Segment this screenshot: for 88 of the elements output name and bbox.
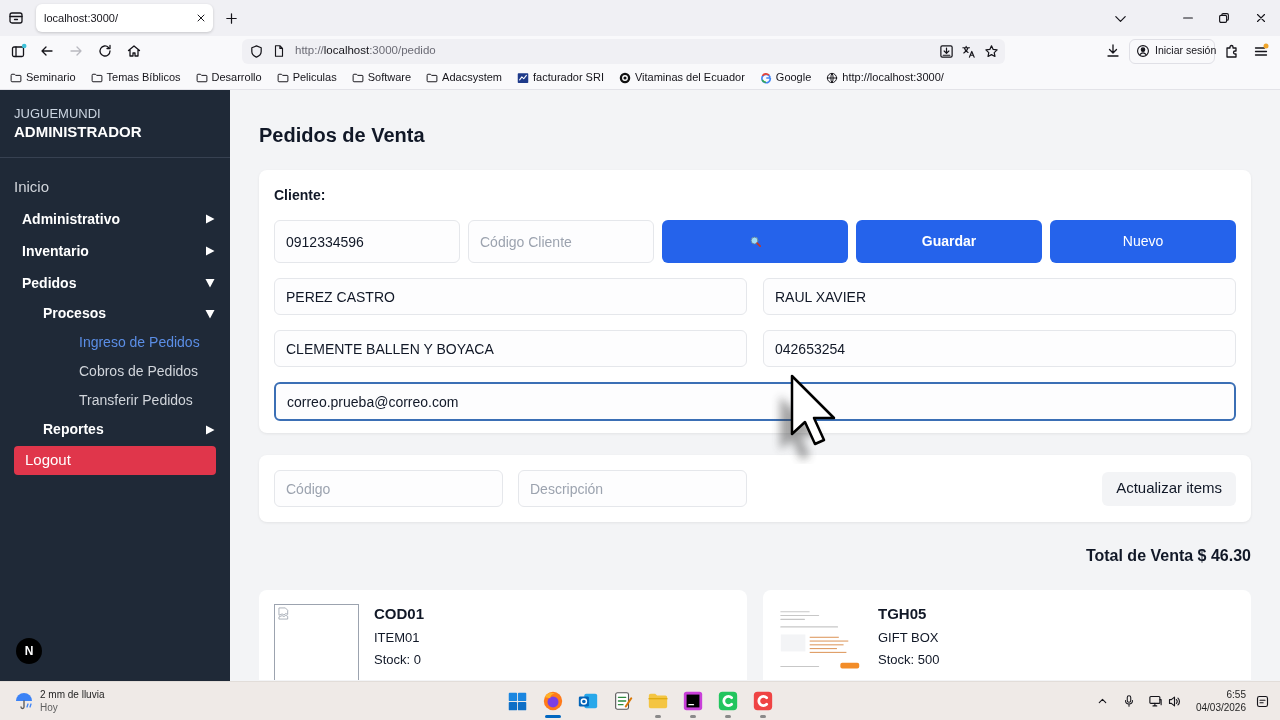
- site-logo-icon[interactable]: [517, 71, 530, 84]
- action-button[interactable]: Nuevo: [1050, 220, 1236, 263]
- folder-icon[interactable]: [195, 71, 208, 84]
- url-text: http://localhost:3000/pedido: [295, 43, 437, 59]
- nav-link[interactable]: Transferir Pedidos: [14, 386, 216, 415]
- brand-name: JUGUEMUNDI: [14, 106, 102, 122]
- logout-button[interactable]: Logout: [14, 446, 216, 475]
- bookmark-link[interactable]: facturador SRI: [533, 69, 604, 86]
- translate-icon[interactable]: [961, 43, 976, 59]
- ide-icon[interactable]: [681, 690, 704, 712]
- input-field[interactable]: RAUL XAVIER: [763, 278, 1236, 315]
- action-button[interactable]: Guardar: [856, 220, 1042, 263]
- input-field[interactable]: Código Cliente: [468, 220, 654, 263]
- close-icon[interactable]: [195, 12, 207, 24]
- folder-icon[interactable]: [10, 71, 22, 84]
- input-field[interactable]: PEREZ CASTRO: [274, 278, 747, 315]
- input-field[interactable]: correo.prueba@correo.com: [274, 382, 1236, 421]
- monitor-icon[interactable]: [1147, 693, 1163, 709]
- bookmark-link[interactable]: Peliculas: [292, 69, 337, 86]
- folder-icon[interactable]: [426, 71, 439, 84]
- plus-icon[interactable]: [224, 10, 239, 26]
- bookmark-link[interactable]: Desarrollo: [211, 69, 262, 86]
- nav-group-item[interactable]: Reportes: [14, 415, 216, 444]
- address-bar[interactable]: http://localhost:3000/pedido: [242, 38, 1005, 64]
- reload-icon[interactable]: [97, 43, 113, 59]
- bookmark-link[interactable]: Google: [775, 69, 812, 86]
- input-field[interactable]: Descripción: [518, 470, 747, 507]
- globe-icon[interactable]: [826, 71, 839, 84]
- folder-icon[interactable]: [351, 71, 364, 84]
- weather-text[interactable]: 2 mm de lluvia: [40, 688, 105, 701]
- nav-group-item[interactable]: Administrativo: [14, 203, 216, 235]
- nav-link[interactable]: Inicio: [14, 171, 216, 203]
- nav-group-item[interactable]: Pedidos: [14, 267, 216, 299]
- input-field[interactable]: Código: [274, 470, 503, 507]
- bookmark-link[interactable]: Seminario: [26, 69, 76, 86]
- bookmark-link[interactable]: Temas Bíblicos: [106, 69, 181, 86]
- close-icon[interactable]: [1254, 11, 1268, 25]
- download-icon[interactable]: [1105, 43, 1121, 59]
- speaker-icon[interactable]: [1166, 693, 1182, 709]
- product-code: COD01: [374, 604, 425, 624]
- update-items-button[interactable]: Actualizar items: [1102, 471, 1236, 506]
- input-field[interactable]: 042653254: [763, 330, 1236, 367]
- umbrella-icon[interactable]: [14, 691, 34, 711]
- sidebar-icon[interactable]: [11, 43, 27, 59]
- sign-in-button[interactable]: Iniciar sesión: [1129, 38, 1215, 64]
- ring-icon[interactable]: [618, 71, 631, 84]
- star-icon[interactable]: [984, 43, 999, 59]
- folder-icon[interactable]: [276, 71, 289, 84]
- tray-icon[interactable]: [8, 10, 24, 26]
- nav-link[interactable]: Cobros de Pedidos: [14, 357, 216, 386]
- page-icon[interactable]: [272, 44, 286, 58]
- nav-link[interactable]: Ingreso de Pedidos: [14, 328, 216, 357]
- product-code: TGH05: [878, 604, 928, 624]
- tray-download-icon[interactable]: [939, 43, 954, 59]
- restore-icon[interactable]: [1217, 11, 1231, 25]
- bookmark-link[interactable]: Adacsystem: [442, 69, 503, 86]
- nav-group-item[interactable]: Procesos: [14, 299, 216, 328]
- bookmark-link[interactable]: http://localhost:3000/: [842, 69, 944, 86]
- browser-tab[interactable]: localhost:3000/: [36, 4, 213, 32]
- start-icon[interactable]: [507, 690, 528, 712]
- browser-icon[interactable]: [541, 690, 564, 712]
- notification-icon[interactable]: [1255, 693, 1270, 709]
- shield-icon[interactable]: [249, 43, 264, 59]
- folder-icon[interactable]: [90, 71, 103, 84]
- input-field[interactable]: CLEMENTE BALLEN Y BOYACA: [274, 330, 747, 367]
- sale-total: Total de Venta $ 46.30: [1084, 546, 1251, 566]
- account-icon: [1136, 44, 1150, 58]
- dev-tools-button[interactable]: N: [16, 638, 42, 664]
- nav-group-item[interactable]: Inventario: [14, 235, 216, 267]
- puzzle-icon[interactable]: [1224, 43, 1240, 59]
- bookmark-link[interactable]: Software: [367, 69, 412, 86]
- broken-image-icon: [278, 607, 289, 620]
- clock-date[interactable]: 04/03/2026: [1195, 701, 1246, 714]
- input-field[interactable]: 0912334596: [274, 220, 460, 263]
- product-stock: Stock: 0: [374, 651, 422, 669]
- home-icon[interactable]: [126, 43, 142, 59]
- app-icon[interactable]: [751, 690, 774, 712]
- search-icon: [749, 236, 761, 247]
- product-stock: Stock: 500: [878, 651, 940, 669]
- form-label: Cliente:: [274, 186, 327, 205]
- bookmark-link[interactable]: Vitaminas del Ecuador: [634, 69, 745, 86]
- clock-time[interactable]: 6:55: [1226, 688, 1246, 701]
- user-role: ADMINISTRADOR: [14, 122, 143, 142]
- page-title: Pedidos de Venta: [259, 123, 426, 148]
- product-description: GIFT BOX: [878, 629, 940, 647]
- menu-icon[interactable]: [1253, 43, 1269, 59]
- product-description: ITEM01: [374, 629, 421, 647]
- weather-day[interactable]: Hoy: [40, 701, 105, 714]
